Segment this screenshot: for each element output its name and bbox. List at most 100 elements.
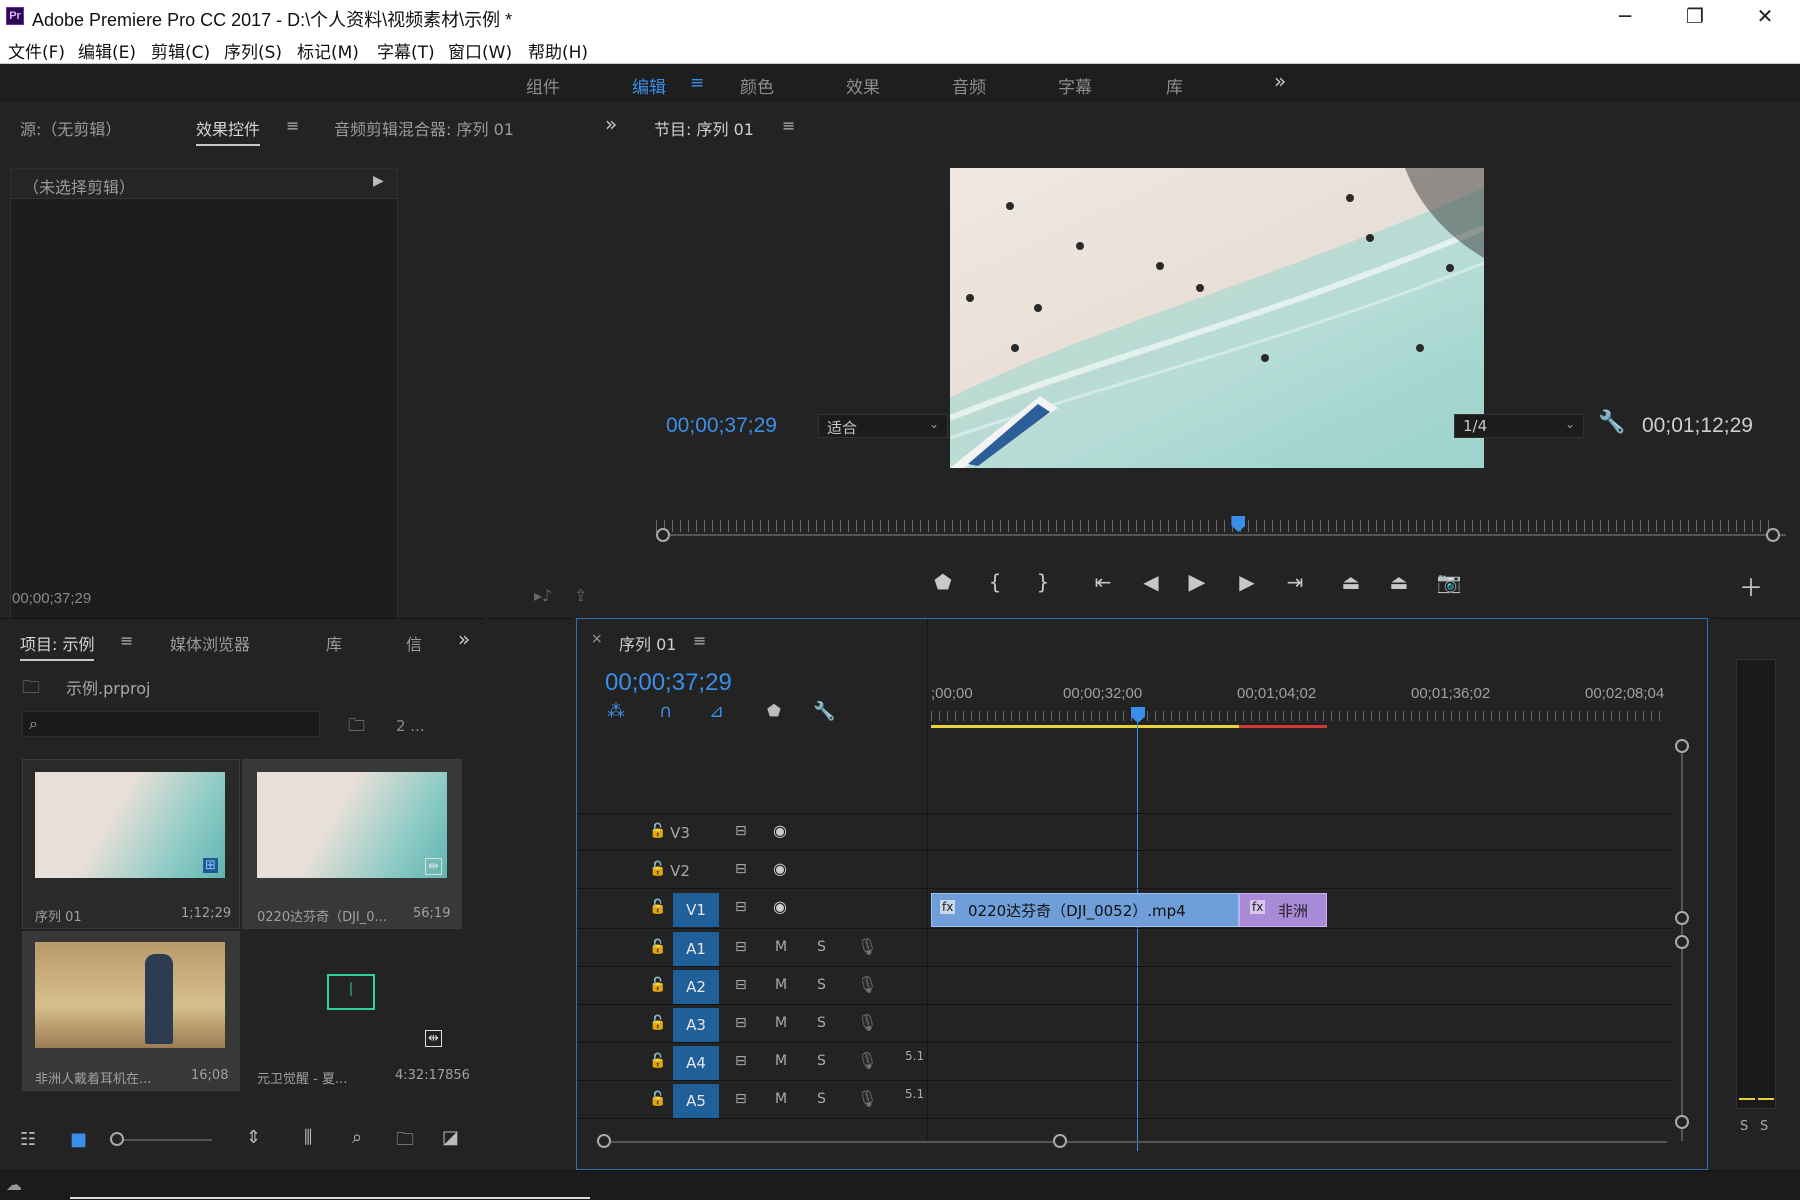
- add-marker-icon[interactable]: ⬟: [767, 701, 781, 720]
- scroll-handle[interactable]: [1675, 935, 1689, 949]
- sequence-menu-icon[interactable]: ≡: [693, 631, 706, 650]
- fit-dropdown[interactable]: 适合 ⌄: [818, 414, 948, 438]
- eye-icon[interactable]: ◉: [773, 859, 787, 878]
- lock-icon[interactable]: 🔓: [649, 899, 666, 915]
- panel-menu-icon[interactable]: ≡: [286, 116, 299, 135]
- sync-lock-icon[interactable]: ⊟: [735, 977, 747, 993]
- program-zoom-bar[interactable]: [662, 534, 1786, 536]
- eye-icon[interactable]: ◉: [773, 821, 787, 840]
- lock-icon[interactable]: 🔓: [649, 977, 666, 993]
- sort-icon[interactable]: ⇕: [246, 1127, 261, 1148]
- tab-program[interactable]: 节目: 序列 01: [654, 116, 754, 140]
- mute-toggle[interactable]: M: [775, 1015, 787, 1031]
- lock-icon[interactable]: 🔓: [649, 1053, 666, 1069]
- sync-lock-icon[interactable]: ⊟: [735, 1053, 747, 1069]
- add-button-icon[interactable]: ＋: [1736, 568, 1766, 603]
- play-icon[interactable]: ▶: [1182, 570, 1212, 595]
- mark-out-icon[interactable]: }: [1028, 570, 1058, 594]
- project-item-sequence[interactable]: ⊞ 序列 01 1;12;29: [22, 759, 240, 929]
- sync-lock-icon[interactable]: ⊟: [735, 1091, 747, 1107]
- scroll-handle[interactable]: [1675, 911, 1689, 925]
- solo-toggle[interactable]: S: [817, 1015, 826, 1031]
- go-to-in-icon[interactable]: ⇤: [1088, 570, 1118, 594]
- tab-project[interactable]: 项目: 示例: [20, 631, 95, 661]
- export-icon[interactable]: ⇪: [574, 586, 587, 605]
- mark-in-icon[interactable]: {: [980, 570, 1010, 594]
- timeline-timecode[interactable]: 00;00;37;29: [605, 669, 732, 697]
- tab-source[interactable]: 源:（无剪辑）: [20, 116, 121, 140]
- maximize-button[interactable]: ❐: [1660, 0, 1730, 34]
- track-label-v2[interactable]: V2: [657, 854, 703, 888]
- find-icon[interactable]: ⌕: [352, 1127, 362, 1148]
- search-input[interactable]: ⌕: [22, 711, 320, 737]
- track-label-v1[interactable]: V1: [673, 893, 719, 927]
- menu-clip[interactable]: 剪辑(C): [151, 38, 210, 63]
- project-item-audio[interactable]: ⦚ ⇹ 元卫觉醒 - 夏... 4:32:17856: [242, 931, 470, 1091]
- menu-edit[interactable]: 编辑(E): [78, 38, 136, 63]
- microphone-icon[interactable]: 🎙: [857, 1089, 877, 1108]
- sync-lock-icon[interactable]: ⊟: [735, 899, 747, 915]
- expand-arrow-icon[interactable]: ▶: [373, 173, 384, 189]
- program-menu-icon[interactable]: ≡: [782, 116, 795, 135]
- microphone-icon[interactable]: 🎙: [857, 1051, 877, 1070]
- workspace-menu-icon[interactable]: ≡: [690, 73, 704, 93]
- lock-icon[interactable]: 🔓: [649, 939, 666, 955]
- solo-toggle[interactable]: S: [817, 977, 826, 993]
- menu-marker[interactable]: 标记(M): [297, 38, 359, 63]
- workspace-assembly[interactable]: 组件: [526, 73, 560, 98]
- program-time-ruler[interactable]: [656, 520, 1776, 532]
- lock-icon[interactable]: 🔓: [649, 1091, 666, 1107]
- track-label-a5[interactable]: A5: [673, 1084, 719, 1118]
- automate-to-sequence-icon[interactable]: ⫼: [304, 1127, 312, 1148]
- mute-toggle[interactable]: M: [775, 977, 787, 993]
- step-back-icon[interactable]: ◀: [1136, 570, 1166, 594]
- sync-lock-icon[interactable]: ⊟: [735, 861, 747, 877]
- add-marker-icon[interactable]: ⬟: [928, 570, 958, 594]
- lift-icon[interactable]: ⏏: [1336, 570, 1366, 594]
- zoom-handle-left[interactable]: [656, 528, 670, 542]
- mute-toggle[interactable]: M: [775, 1091, 787, 1107]
- eye-icon[interactable]: ◉: [773, 897, 787, 916]
- menu-window[interactable]: 窗口(W): [448, 38, 512, 63]
- timeline-settings-wrench-icon[interactable]: 🔧: [813, 701, 835, 722]
- workspace-editing[interactable]: 编辑: [632, 73, 666, 98]
- sync-lock-icon[interactable]: ⊟: [735, 939, 747, 955]
- project-menu-icon[interactable]: ≡: [120, 631, 133, 650]
- microphone-icon[interactable]: 🎙: [857, 1013, 877, 1032]
- nest-toggle-icon[interactable]: ⁂: [607, 701, 625, 722]
- microphone-icon[interactable]: 🎙: [857, 937, 877, 956]
- mute-toggle[interactable]: M: [775, 1053, 787, 1069]
- project-item-video[interactable]: 非洲人戴着耳机在... 16;08: [22, 931, 240, 1091]
- solo-right-button[interactable]: S: [1760, 1119, 1768, 1134]
- sync-lock-icon[interactable]: ⊟: [735, 1015, 747, 1031]
- icon-view-icon[interactable]: ■: [70, 1129, 87, 1150]
- resolution-dropdown[interactable]: 1/4 ⌄: [1454, 414, 1584, 438]
- video-clip[interactable]: fx 0220达芬奇（DJI_0052）.mp4: [931, 893, 1239, 927]
- lock-icon[interactable]: 🔓: [649, 1015, 666, 1031]
- program-current-timecode[interactable]: 00;00;37;29: [666, 414, 777, 438]
- menu-sequence[interactable]: 序列(S): [224, 38, 282, 63]
- timeline-ruler[interactable]: [931, 711, 1667, 721]
- horizontal-scrollbar[interactable]: [607, 1141, 1667, 1143]
- more-panels-icon[interactable]: »: [605, 112, 617, 136]
- zoom-handle-right[interactable]: [1766, 528, 1780, 542]
- linked-selection-icon[interactable]: ⊿: [709, 701, 724, 722]
- find-folder-icon[interactable]: 🗀: [348, 713, 365, 742]
- workspace-effects[interactable]: 效果: [846, 73, 880, 98]
- zoom-slider[interactable]: [112, 1139, 212, 1141]
- menu-file[interactable]: 文件(F): [8, 38, 65, 63]
- new-bin-icon[interactable]: 🗀: [396, 1127, 414, 1157]
- export-frame-camera-icon[interactable]: 📷: [1434, 570, 1464, 594]
- workspace-titles[interactable]: 字幕: [1058, 73, 1092, 98]
- extract-icon[interactable]: ⏏: [1384, 570, 1414, 594]
- sync-lock-icon[interactable]: ⊟: [735, 823, 747, 839]
- tab-info[interactable]: 信: [406, 631, 422, 655]
- tab-libraries[interactable]: 库: [326, 631, 342, 655]
- track-label-a2[interactable]: A2: [673, 970, 719, 1004]
- tab-sequence[interactable]: 序列 01: [619, 631, 676, 655]
- close-sequence-icon[interactable]: ×: [591, 631, 603, 647]
- scroll-handle[interactable]: [1675, 739, 1689, 753]
- snap-magnet-icon[interactable]: ∩: [659, 701, 672, 722]
- zoom-handle-left[interactable]: [597, 1134, 611, 1148]
- tab-media-browser[interactable]: 媒体浏览器: [170, 631, 250, 655]
